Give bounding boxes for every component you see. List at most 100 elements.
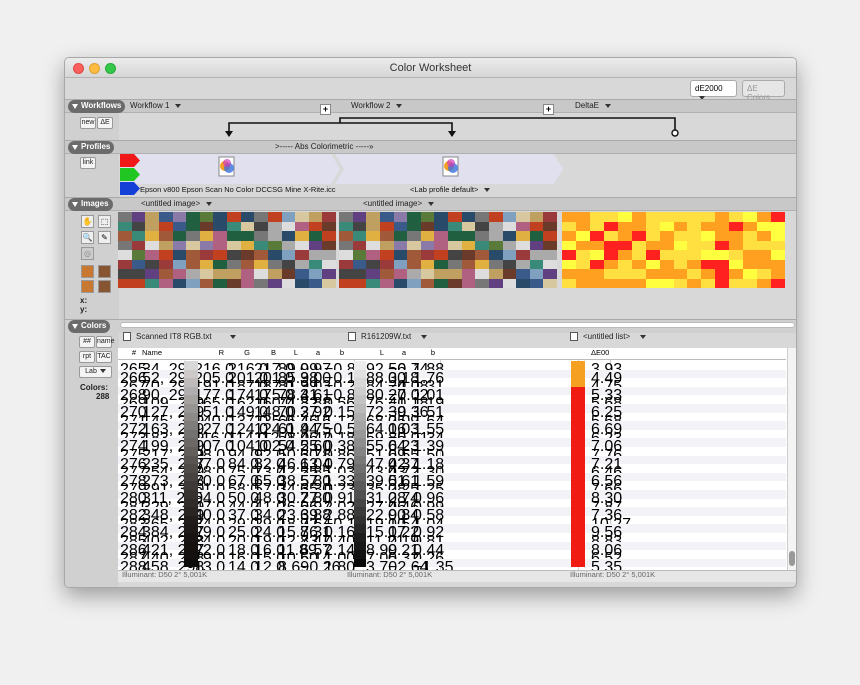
- table-row[interactable]: 276 235, 297 87.0 84.0 82.0 46.13 6.04 0.79 47.4…: [118, 455, 786, 473]
- image-grid-icon[interactable]: [98, 280, 111, 293]
- image-patch: [227, 250, 241, 260]
- target-image-1[interactable]: [118, 212, 336, 288]
- table-row[interactable]: 26770, 299191.0187.0187.081.993.03−0.268…: [118, 378, 786, 395]
- image-2-menu[interactable]: <untitled image>: [363, 199, 435, 208]
- delta-e-menu[interactable]: DeltaE: [575, 101, 612, 110]
- table-row[interactable]: 270 127, 299 151.0 149.0 148.0 70.27 3.92 0.15 7…: [118, 404, 786, 421]
- target-image-2[interactable]: [339, 212, 557, 288]
- list-1-menu[interactable]: Scanned IT8 RGB.txt: [123, 332, 236, 342]
- rgb-swatch: [184, 386, 198, 396]
- profile-2-menu[interactable]: <Lab profile default>: [410, 185, 491, 194]
- table-row[interactable]: 273183, 299116.0114.0112.058.064.420.185…: [118, 430, 786, 447]
- list-3-menu[interactable]: <untitled list>: [570, 332, 647, 342]
- add-workflow-button-2[interactable]: +: [543, 104, 554, 115]
- table-row[interactable]: 266 52, 299 205.0 201.0 201.0 85.98 3.00 −0.10 8…: [118, 369, 786, 387]
- column-header-a2[interactable]: a: [388, 348, 406, 357]
- table-row[interactable]: 278 273, 298 70.0 67.0 65.0 38.57 5.80 1.33 39.5…: [118, 472, 786, 490]
- colors-scroll-track[interactable]: [120, 322, 795, 328]
- delta-e-button[interactable]: ΔE: [97, 117, 113, 129]
- column-header-a[interactable]: a: [300, 348, 320, 357]
- image-patch: [407, 231, 421, 241]
- column-header-name[interactable]: Name: [142, 348, 182, 357]
- table-row[interactable]: 281329, 29947.044.041.026.966.972.0227.4…: [118, 499, 786, 516]
- image-thumb-icon[interactable]: [81, 280, 94, 293]
- table-row[interactable]: 271145, 299140.0137.0135.066.464.161.126…: [118, 413, 786, 430]
- link-button[interactable]: link: [80, 157, 96, 169]
- image-patch: [543, 231, 557, 241]
- image-patch: [145, 278, 159, 288]
- name-column-button[interactable]: name: [96, 336, 115, 348]
- rgb-swatch: [184, 464, 198, 473]
- table-row[interactable]: 280 311, 299 54.0 50.0 48.0 30.27 7.80 0.91 31.2…: [118, 490, 786, 507]
- workflow-1-menu[interactable]: Workflow 1: [130, 101, 182, 110]
- rendering-intent[interactable]: >----- Abs Colorimetric -----»: [275, 142, 373, 151]
- workflows-section: Workflows Workflow 1 Workflow 2 DeltaE +…: [65, 99, 796, 140]
- image-patch: [366, 212, 380, 222]
- colors-section: Colors Scanned IT8 RGB.txt R161209W.txt …: [65, 319, 796, 587]
- hand-tool-icon[interactable]: ✋: [81, 215, 94, 228]
- image-thumb-icon[interactable]: [81, 265, 94, 278]
- table-row[interactable]: 285402, 29824.020.019.012.837.470.4011.2…: [118, 533, 786, 550]
- column-header-de[interactable]: ΔE00: [591, 348, 609, 357]
- table-scrollbar[interactable]: [787, 348, 796, 570]
- workflows-toggle[interactable]: Workflows: [68, 100, 126, 113]
- list-2-menu[interactable]: R161209W.txt: [348, 332, 428, 342]
- heatmap-patch: [617, 259, 632, 269]
- column-header-b[interactable]: b: [324, 348, 344, 357]
- column-header-R[interactable]: R: [194, 348, 224, 357]
- lab-swatch: [354, 533, 366, 542]
- delta-e-swatch: [571, 378, 585, 387]
- table-row[interactable]: 275217, 29998.094.092.050.306.780.8651.6…: [118, 447, 786, 464]
- table-row[interactable]: 282 348, 299 40.0 37.0 34.0 23.39 6.88 2.88 22.9…: [118, 507, 786, 524]
- table-row[interactable]: 283365, 29734.029.029.018.729.64−0.1819.…: [118, 516, 786, 533]
- metric-dropdown[interactable]: dE2000: [690, 80, 737, 100]
- profiles-toggle[interactable]: Profiles: [68, 141, 115, 154]
- workflow-2-menu[interactable]: Workflow 2: [351, 101, 403, 110]
- number-column-button[interactable]: ##: [79, 336, 95, 348]
- color-space-dropdown[interactable]: Lab: [79, 366, 112, 378]
- rgb-swatch: [184, 361, 198, 370]
- heatmap-patch: [729, 221, 744, 231]
- tac-button[interactable]: TAC: [96, 351, 112, 363]
- column-header-B[interactable]: B: [254, 348, 276, 357]
- table-row[interactable]: 287440, 29819.016.015.010.605.141.007.05…: [118, 550, 786, 567]
- rpt-button[interactable]: rpt: [79, 351, 95, 363]
- delta-e-swatch: [571, 455, 585, 465]
- column-header-L2[interactable]: L: [366, 348, 384, 357]
- workflow-connectors: [225, 117, 679, 137]
- table-row[interactable]: 279291, 30061.058.057.034.356.300.2335.2…: [118, 481, 786, 498]
- table-row[interactable]: 286 421, 297 22.0 18.0 16.0 11.89 6.57 2.14 8.99…: [118, 541, 786, 559]
- column-header-G[interactable]: G: [228, 348, 250, 357]
- images-section: Images <untitled image> <untitled image>…: [65, 197, 796, 319]
- image-patch: [434, 250, 448, 260]
- image-patch: [529, 278, 544, 288]
- column-header-num[interactable]: #: [120, 348, 136, 357]
- column-header-b2[interactable]: b: [413, 348, 435, 357]
- table-row[interactable]: 268 90, 299 177.0 174.0 175.0 78.41 3.61 −0.89 8…: [118, 386, 786, 404]
- table-row[interactable]: 288 458, 298 13.0 14.0 12.0 8.69 −0.26 1.80 3.70…: [118, 558, 786, 576]
- delta-e-colors-button[interactable]: ΔE Colors: [742, 80, 785, 102]
- image-patch: [339, 221, 353, 231]
- image-patch: [516, 269, 530, 279]
- image-grid-icon[interactable]: [98, 265, 111, 278]
- column-header-L[interactable]: L: [278, 348, 298, 357]
- new-button[interactable]: new: [80, 117, 96, 129]
- colors-toggle[interactable]: Colors: [68, 320, 111, 333]
- image-patch: [502, 269, 517, 279]
- table-row[interactable]: 277254, 29978.075.073.042.255.851.0343.4…: [118, 464, 786, 481]
- marquee-tool-icon[interactable]: ⬚: [98, 215, 111, 228]
- add-workflow-button-1[interactable]: +: [320, 104, 331, 115]
- zoom-tool-icon[interactable]: 🔍: [81, 231, 94, 244]
- image-1-menu[interactable]: <untitled image>: [141, 199, 213, 208]
- table-row[interactable]: 284 384, 297 29.0 25.0 24.0 15.76 8.31 0.16 15.1…: [118, 524, 786, 541]
- images-toggle[interactable]: Images: [68, 198, 113, 211]
- image-patch: [158, 250, 173, 260]
- table-row[interactable]: 274 199, 299 107.0 104.0 102.0 54.25 5.60 0.38 5…: [118, 438, 786, 455]
- table-row[interactable]: 269109, 299165.0162.0160.074.823.880.567…: [118, 395, 786, 412]
- image-patch: [379, 269, 394, 279]
- table-row[interactable]: 26534, 299216.0216.0217.089.990.97−0.869…: [118, 361, 786, 378]
- target-tool-icon[interactable]: ◎: [81, 247, 94, 260]
- delta-e-heatmap[interactable]: [562, 212, 785, 288]
- eyedropper-tool-icon[interactable]: ✎: [98, 231, 111, 244]
- table-row[interactable]: 272 163, 299 127.0 124.0 124.0 61.94 4.75 −0.51…: [118, 421, 786, 438]
